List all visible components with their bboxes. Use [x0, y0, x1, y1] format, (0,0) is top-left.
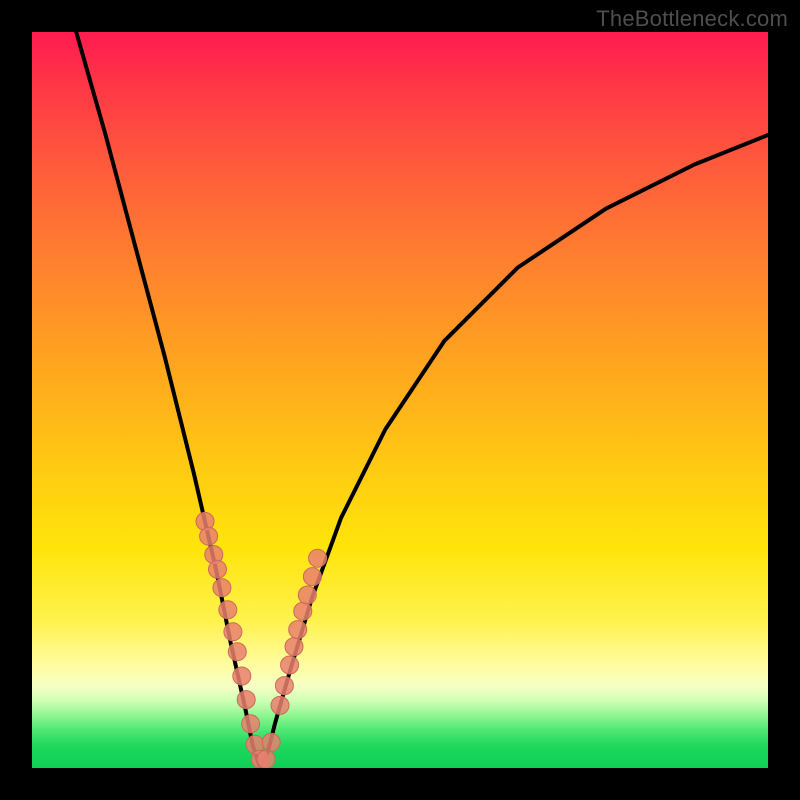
data-marker: [242, 715, 260, 733]
data-marker: [200, 527, 218, 545]
data-marker: [294, 602, 312, 620]
bottleneck-curve-path: [76, 32, 768, 768]
watermark-text: TheBottleneck.com: [596, 6, 788, 32]
data-marker: [275, 677, 293, 695]
data-marker: [309, 549, 327, 567]
data-marker: [237, 691, 255, 709]
data-marker: [303, 568, 321, 586]
data-marker: [281, 656, 299, 674]
data-marker: [289, 621, 307, 639]
data-marker: [298, 586, 316, 604]
data-marker: [224, 623, 242, 641]
marker-cluster: [196, 512, 327, 768]
curve-layer: [32, 32, 768, 768]
data-marker: [233, 667, 251, 685]
data-marker: [209, 560, 227, 578]
data-marker: [228, 643, 246, 661]
data-marker: [262, 733, 280, 751]
data-marker: [219, 601, 237, 619]
data-marker: [285, 638, 303, 656]
data-marker: [271, 696, 289, 714]
chart-frame: TheBottleneck.com: [0, 0, 800, 800]
bottleneck-curve: [76, 32, 768, 768]
data-marker: [257, 750, 275, 768]
plot-area: [32, 32, 768, 768]
data-marker: [213, 579, 231, 597]
